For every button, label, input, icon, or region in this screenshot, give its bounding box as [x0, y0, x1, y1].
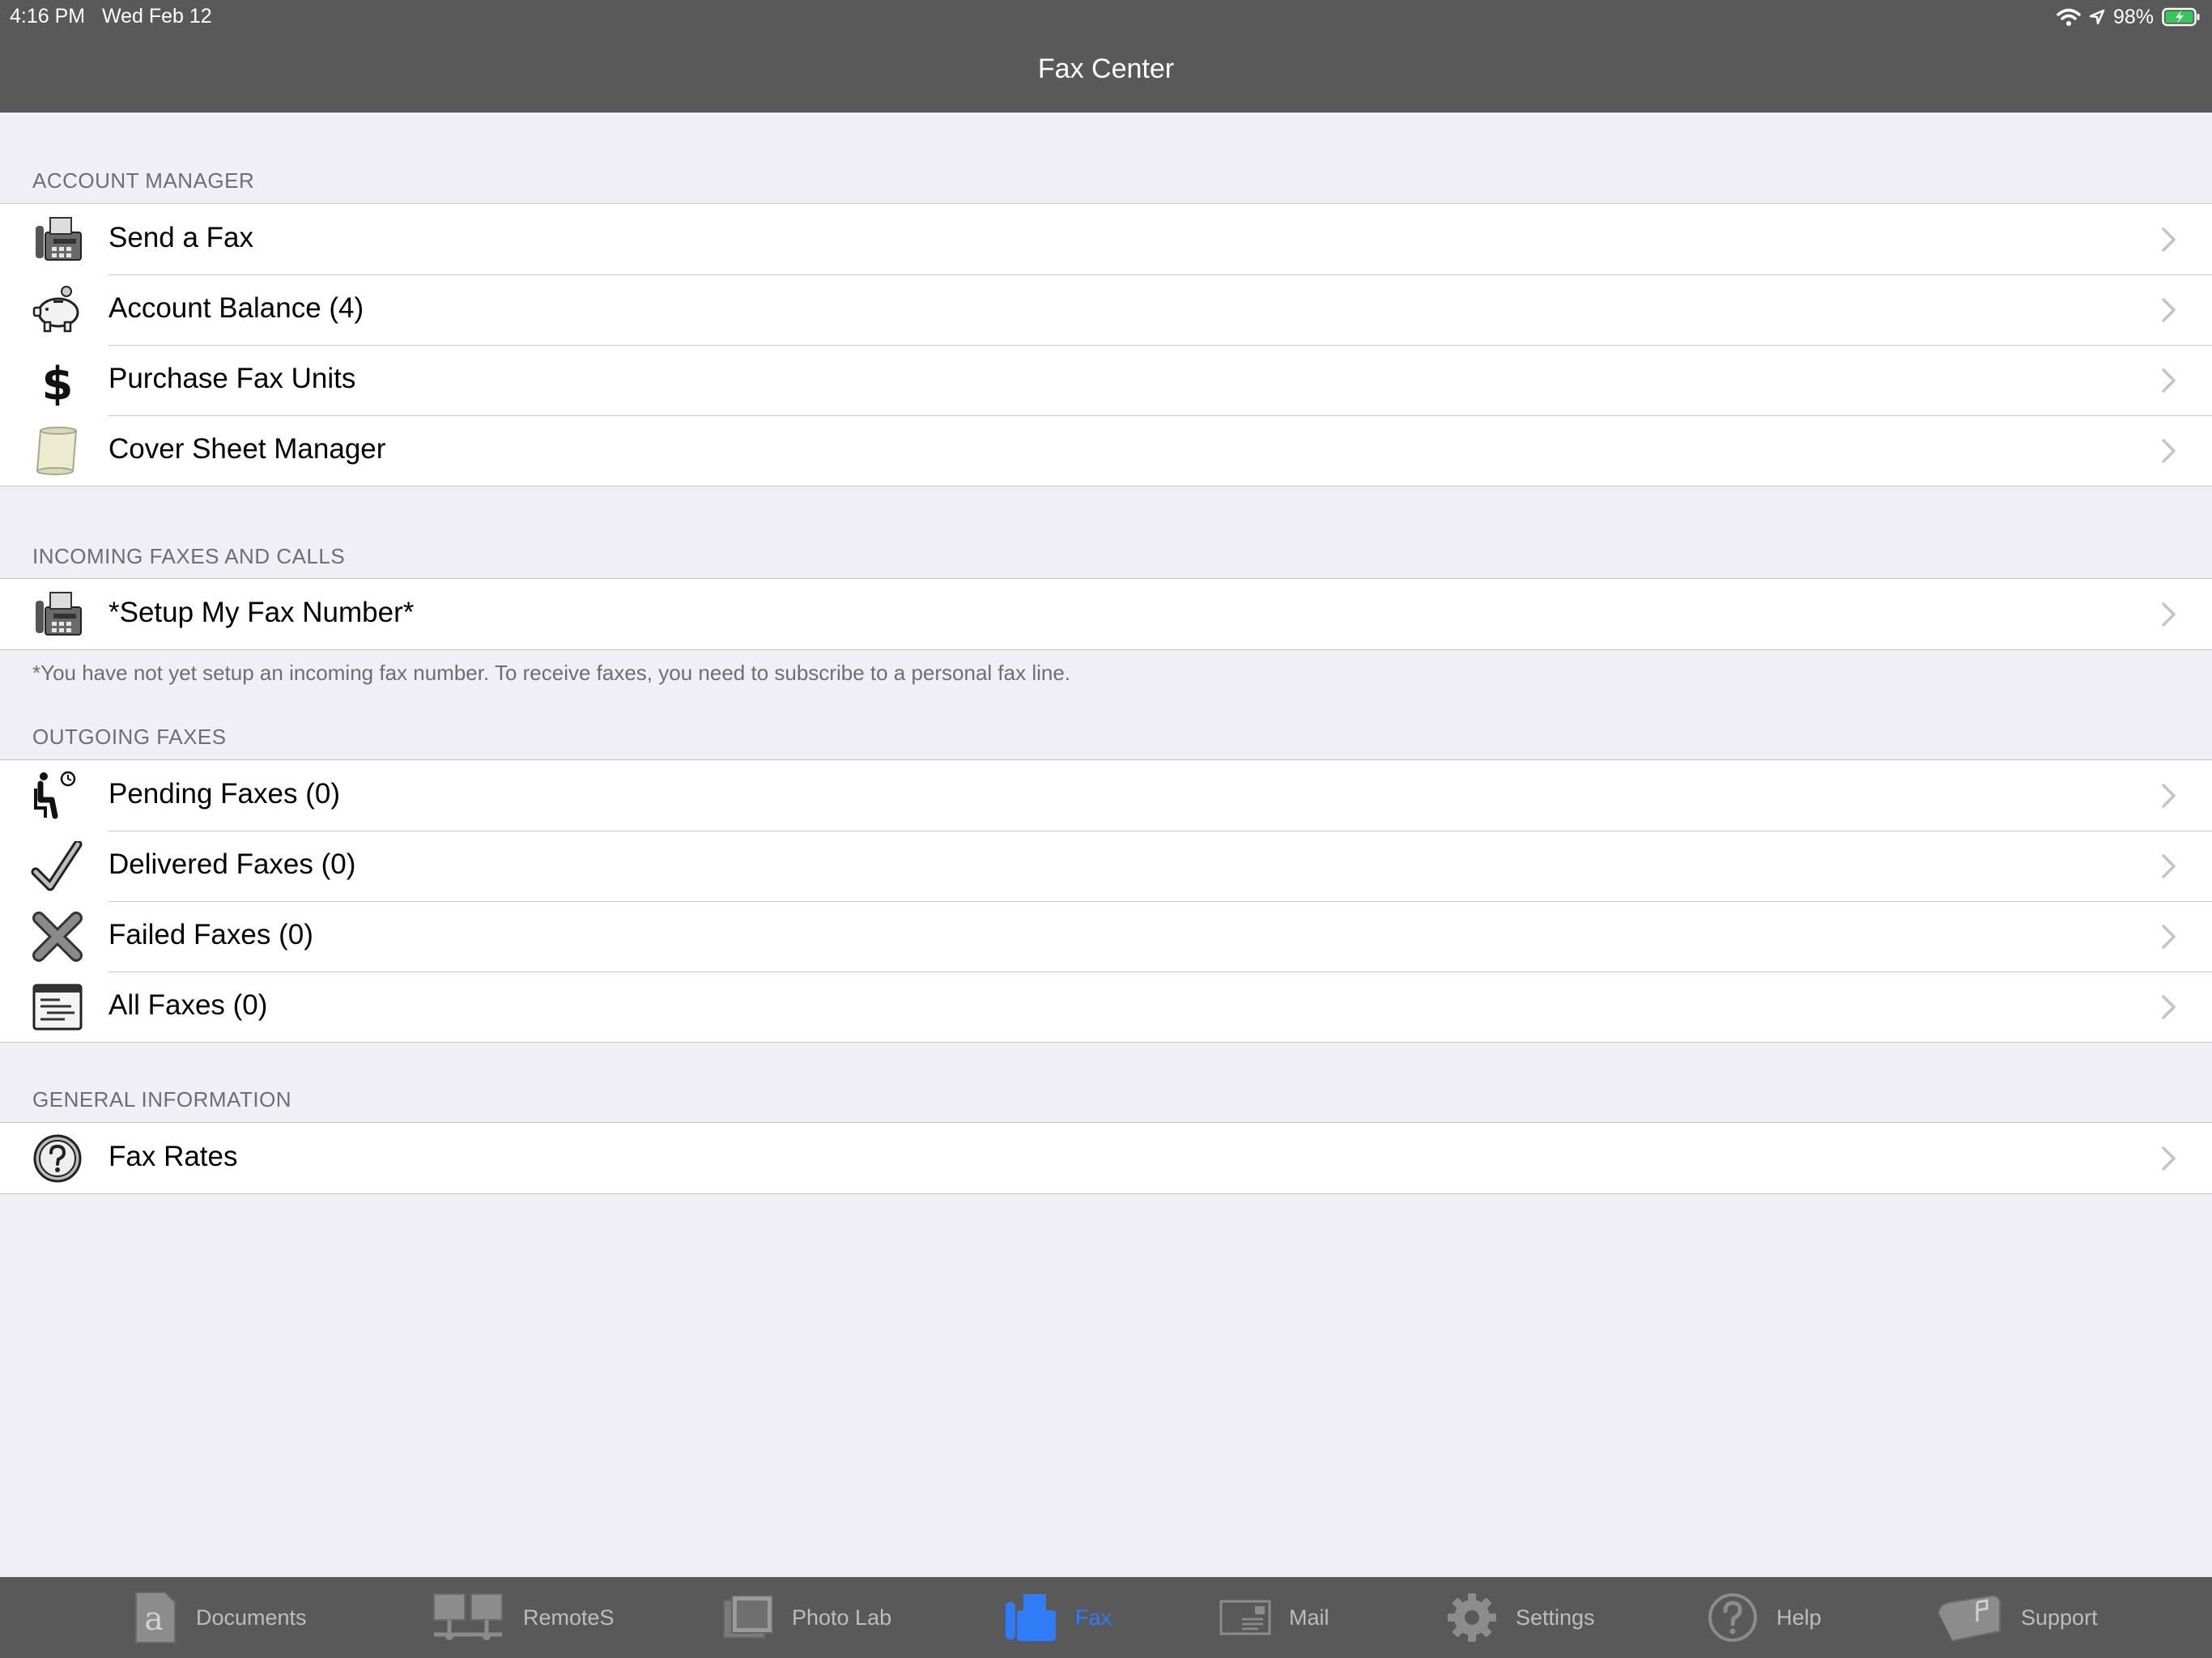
svg-text:a: a [144, 1601, 164, 1638]
account-manager-group: Send a Fax Account Balance (4) $ Purchas… [0, 203, 2212, 487]
outgoing-group: Pending Faxes (0) Delivered Faxes (0) Fa… [0, 759, 2212, 1043]
fax-machine-icon [36, 592, 82, 636]
delivered-faxes-row[interactable]: Delivered Faxes (0) [0, 831, 2212, 901]
tab-photo-lab-label: Photo Lab [792, 1605, 892, 1630]
chevron-right-icon [2162, 995, 2176, 1019]
send-a-fax-label: Send a Fax [108, 222, 253, 253]
section-header-account-manager: ACCOUNT MANAGER [32, 168, 255, 193]
list-window-icon [32, 984, 83, 1031]
tab-photo-lab[interactable]: Photo Lab [722, 1577, 891, 1658]
envelope-icon [1219, 1600, 1271, 1635]
tab-bar: a Documents RemoteS Photo Lab Fax Mail S… [0, 1577, 2212, 1658]
gear-icon [1448, 1593, 1496, 1642]
fax-rates-label: Fax Rates [108, 1141, 238, 1172]
chevron-right-icon [2162, 368, 2176, 393]
tab-help-label: Help [1776, 1605, 1822, 1630]
chevron-right-icon [2162, 602, 2176, 627]
tab-help[interactable]: Help [1707, 1577, 1822, 1658]
document-icon: a [135, 1592, 176, 1643]
wifi-icon [2057, 8, 2081, 26]
x-mark-icon [32, 912, 83, 962]
network-computers-icon [433, 1593, 503, 1640]
failed-faxes-label: Failed Faxes (0) [108, 919, 313, 950]
pending-faxes-row[interactable]: Pending Faxes (0) [0, 760, 2212, 831]
help-icon [1708, 1593, 1757, 1642]
tab-remotes-label: RemoteS [523, 1605, 615, 1630]
failed-faxes-row[interactable]: Failed Faxes (0) [0, 901, 2212, 971]
general-group: Fax Rates [0, 1122, 2212, 1194]
tab-fax[interactable]: Fax [1004, 1577, 1112, 1658]
chevron-right-icon [2162, 925, 2176, 949]
account-balance-label: Account Balance (4) [108, 292, 364, 324]
chevron-right-icon [2162, 298, 2176, 322]
section-header-general: GENERAL INFORMATION [32, 1087, 292, 1112]
pending-faxes-label: Pending Faxes (0) [108, 778, 340, 810]
account-balance-row[interactable]: Account Balance (4) [0, 274, 2212, 345]
send-a-fax-row[interactable]: Send a Fax [0, 204, 2212, 274]
tab-support[interactable]: Support [1935, 1577, 2098, 1658]
status-date: Wed Feb 12 [101, 5, 212, 28]
all-faxes-label: All Faxes (0) [108, 989, 268, 1021]
chevron-right-icon [2162, 439, 2176, 463]
cover-sheet-manager-row[interactable]: Cover Sheet Manager [0, 415, 2212, 486]
cover-sheet-manager-label: Cover Sheet Manager [108, 433, 386, 465]
battery-charging-icon [2162, 7, 2200, 27]
fax-rates-row[interactable]: Fax Rates [0, 1123, 2212, 1193]
tab-fax-label: Fax [1075, 1605, 1112, 1630]
chevron-right-icon [2162, 1146, 2176, 1171]
status-bar-time: 4:16 PM Wed Feb 12 [10, 5, 212, 28]
tab-mail-label: Mail [1289, 1605, 1329, 1630]
waiting-person-icon [34, 771, 76, 819]
page-title: Fax Center [1037, 53, 1175, 84]
tab-mail[interactable]: Mail [1219, 1577, 1329, 1658]
purchase-fax-units-label: Purchase Fax Units [108, 363, 356, 394]
navigation-bar: 4:16 PM Wed Feb 12 98% Fax Center [0, 0, 2212, 113]
svg-text:$: $ [42, 358, 74, 406]
tab-remotes[interactable]: RemoteS [431, 1577, 615, 1658]
photos-icon [723, 1595, 773, 1639]
all-faxes-row[interactable]: All Faxes (0) [0, 971, 2212, 1042]
battery-percentage: 98% [2112, 5, 2154, 28]
piggy-bank-icon [32, 286, 79, 333]
incoming-group: *Setup My Fax Number* [0, 578, 2212, 650]
purchase-fax-units-row[interactable]: $ Purchase Fax Units [0, 345, 2212, 415]
tab-documents[interactable]: a Documents [133, 1577, 307, 1658]
status-bar-indicators: 98% [2057, 3, 2201, 31]
tab-settings[interactable]: Settings [1446, 1577, 1595, 1658]
dollar-sign-icon: $ [42, 358, 74, 406]
status-time: 4:16 PM [10, 5, 86, 28]
setup-fax-number-label: *Setup My Fax Number* [108, 597, 415, 628]
section-header-outgoing: OUTGOING FAXES [32, 725, 227, 749]
checkmark-icon [31, 841, 83, 891]
chevron-right-icon [2162, 227, 2176, 252]
setup-fax-number-row[interactable]: *Setup My Fax Number* [0, 579, 2212, 649]
section-header-incoming: INCOMING FAXES AND CALLS [32, 544, 346, 568]
chevron-right-icon [2162, 784, 2176, 808]
mailbox-icon [1937, 1594, 2001, 1643]
tab-settings-label: Settings [1516, 1605, 1595, 1630]
scroll-icon [36, 427, 78, 475]
tab-support-label: Support [2021, 1605, 2098, 1630]
fax-machine-icon [36, 217, 82, 261]
tab-documents-label: Documents [196, 1605, 307, 1630]
chevron-right-icon [2162, 854, 2176, 878]
delivered-faxes-label: Delivered Faxes (0) [108, 848, 356, 880]
location-arrow-icon [2089, 9, 2105, 25]
incoming-footnote: *You have not yet setup an incoming fax … [32, 661, 1071, 685]
question-circle-icon [33, 1134, 82, 1183]
fax-icon [1006, 1594, 1056, 1641]
